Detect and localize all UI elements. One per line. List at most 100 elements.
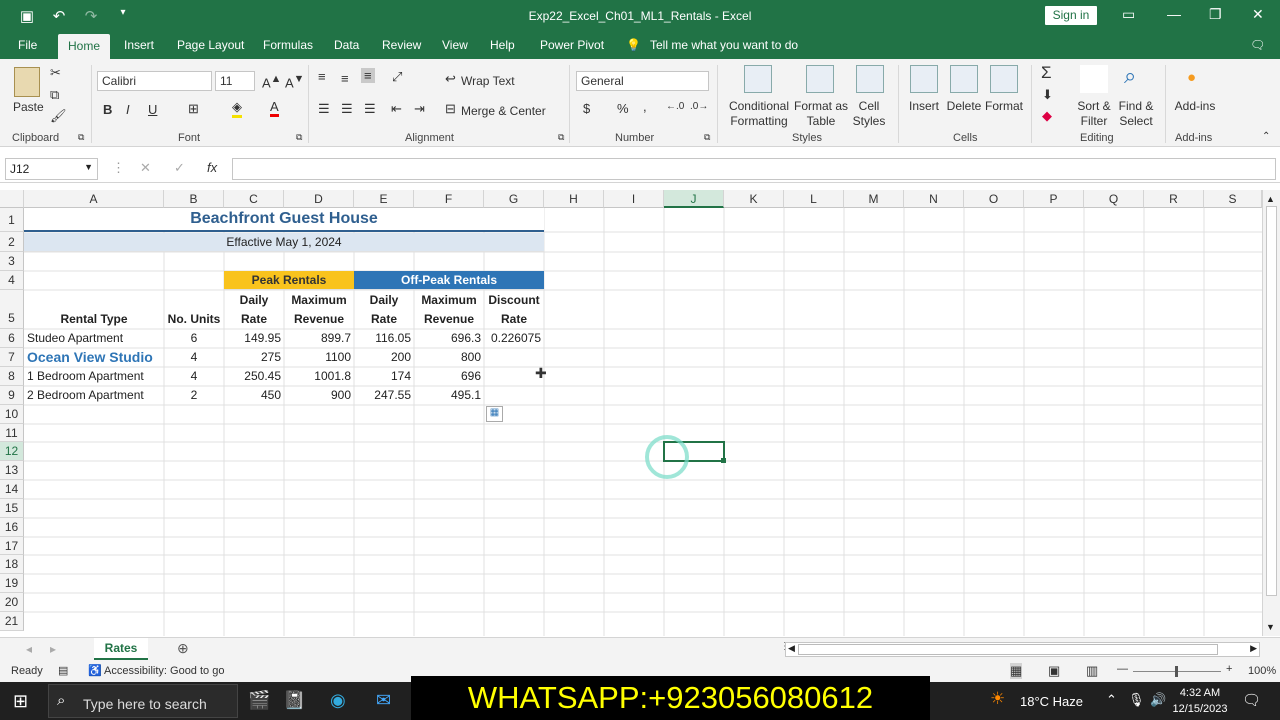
row-header[interactable]: 7 <box>0 348 24 367</box>
format-cells-icon[interactable] <box>990 65 1018 93</box>
scroll-up-icon[interactable]: ▲ <box>1266 194 1275 204</box>
clear-icon[interactable]: ◆ <box>1042 108 1052 124</box>
header-rental-type[interactable]: Rental Type <box>24 310 164 329</box>
italic-button[interactable]: I <box>126 102 130 117</box>
conditional-formatting-icon[interactable] <box>744 65 772 93</box>
header-offpeak-revenue[interactable]: Revenue <box>414 310 484 329</box>
cancel-icon[interactable]: ✕ <box>140 160 151 176</box>
tab-review[interactable]: Review <box>382 38 421 52</box>
font-color-icon[interactable]: A <box>270 99 279 117</box>
row-header[interactable]: 14 <box>0 480 24 499</box>
normal-view-icon[interactable]: ▦ <box>1010 663 1023 679</box>
format-cells-button[interactable]: Format <box>983 99 1025 113</box>
cell-peak-rate[interactable]: 250.45 <box>224 367 284 386</box>
merge-center-button[interactable]: Merge & Center <box>461 104 546 118</box>
addins-button[interactable]: Add-ins <box>1170 99 1220 113</box>
page-break-view-icon[interactable]: ▥ <box>1086 663 1098 679</box>
weather-text[interactable]: 18°C Haze <box>1020 694 1083 709</box>
increase-indent-icon[interactable]: ⇥ <box>414 101 425 117</box>
worksheet-grid[interactable]: A B C D E F G H I J K L M N O P Q R S 1 … <box>0 190 1262 636</box>
collapse-ribbon-icon[interactable]: ⌃ <box>1262 131 1270 142</box>
microphone-icon[interactable]: 🎙 <box>1128 692 1145 708</box>
cell-offpeak-rate[interactable]: 247.55 <box>354 386 414 405</box>
merge-center-icon[interactable]: ⊟ <box>445 101 456 117</box>
column-header-s[interactable]: S <box>1204 190 1262 208</box>
column-header-o[interactable]: O <box>964 190 1024 208</box>
autosum-icon[interactable]: Σ <box>1041 63 1052 83</box>
column-header-f[interactable]: F <box>414 190 484 208</box>
header-no-units[interactable]: No. Units <box>164 310 224 329</box>
cell-units[interactable]: 4 <box>164 367 224 386</box>
row-header[interactable]: 12 <box>0 442 24 461</box>
cell-rental-type[interactable]: Studeo Apartment <box>24 329 164 348</box>
sheet-title[interactable]: Beachfront Guest House <box>24 208 544 232</box>
header-peak-rate[interactable]: Rate <box>224 310 284 329</box>
row-header[interactable]: 5 <box>0 290 24 329</box>
cell-discount-rate[interactable] <box>484 386 544 405</box>
cell-rental-type[interactable]: 1 Bedroom Apartment <box>24 367 164 386</box>
cell-offpeak-rate[interactable]: 174 <box>354 367 414 386</box>
mail-icon[interactable]: ✉ <box>376 690 391 711</box>
vertical-scroll-thumb[interactable] <box>1266 206 1277 596</box>
ribbon-display-icon[interactable]: ▭ <box>1122 6 1135 23</box>
font-launcher-icon[interactable]: ⧉ <box>296 132 302 143</box>
cell-offpeak-revenue[interactable]: 696 <box>414 367 484 386</box>
tab-view[interactable]: View <box>442 38 468 52</box>
header-peak-revenue[interactable]: Revenue <box>284 310 354 329</box>
cell-discount-rate[interactable]: 0.226075 <box>484 329 544 348</box>
tell-me-search[interactable]: Tell me what you want to do <box>650 38 798 52</box>
next-sheet-icon[interactable]: ▸ <box>50 642 56 656</box>
page-layout-view-icon[interactable]: ▣ <box>1048 663 1060 679</box>
align-right-icon[interactable]: ☰ <box>364 101 376 117</box>
row-header[interactable]: 17 <box>0 537 24 555</box>
notification-icon[interactable]: 🗨 <box>1242 691 1261 709</box>
horizontal-scroll-thumb[interactable] <box>798 644 1218 655</box>
conditional-formatting-button[interactable]: Conditional Formatting <box>724 99 794 129</box>
underline-button[interactable]: U <box>148 102 157 117</box>
cell-offpeak-revenue[interactable]: 800 <box>414 348 484 367</box>
scroll-right-icon[interactable]: ▶ <box>1250 643 1257 654</box>
align-center-icon[interactable]: ☰ <box>341 101 353 117</box>
cell-peak-revenue[interactable]: 899.7 <box>284 329 354 348</box>
header-discount[interactable]: Discount <box>484 291 544 310</box>
column-header-c[interactable]: C <box>224 190 284 208</box>
cell-rental-type[interactable]: 2 Bedroom Apartment <box>24 386 164 405</box>
column-header-a[interactable]: A <box>24 190 164 208</box>
column-header-e[interactable]: E <box>354 190 414 208</box>
insert-cells-button[interactable]: Insert <box>904 99 944 113</box>
delete-cells-icon[interactable] <box>950 65 978 93</box>
prev-sheet-icon[interactable]: ◂ <box>26 642 32 656</box>
select-all-button[interactable] <box>0 190 24 208</box>
clock-date[interactable]: 12/15/2023 <box>1169 703 1231 715</box>
wrap-text-button[interactable]: Wrap Text <box>461 74 515 88</box>
tab-formulas[interactable]: Formulas <box>263 38 313 52</box>
header-offpeak-daily[interactable]: Daily <box>354 291 414 310</box>
quick-analysis-icon[interactable]: ▦ <box>486 406 503 422</box>
row-header[interactable]: 2 <box>0 232 24 252</box>
column-header-d[interactable]: D <box>284 190 354 208</box>
column-header-p[interactable]: P <box>1024 190 1084 208</box>
zoom-level[interactable]: 100% <box>1248 665 1276 677</box>
cut-icon[interactable]: ✂ <box>50 65 61 81</box>
cell-peak-rate[interactable]: 275 <box>224 348 284 367</box>
row-header[interactable]: 1 <box>0 208 24 232</box>
copy-icon[interactable]: ⧉ <box>50 87 59 103</box>
tab-help[interactable]: Help <box>490 38 515 52</box>
find-select-icon[interactable]: ⌕ <box>1124 63 1136 89</box>
cell-peak-rate[interactable]: 450 <box>224 386 284 405</box>
cell-peak-revenue[interactable]: 1001.8 <box>284 367 354 386</box>
currency-button[interactable]: $ <box>583 101 590 116</box>
align-bottom-icon[interactable]: ≡ <box>361 68 375 83</box>
peak-rentals-header[interactable]: Peak Rentals <box>224 271 354 290</box>
paste-button[interactable]: Paste <box>13 100 44 114</box>
column-header-b[interactable]: B <box>164 190 224 208</box>
column-header-g[interactable]: G <box>484 190 544 208</box>
tab-home[interactable]: Home <box>58 34 111 59</box>
header-offpeak-maximum[interactable]: Maximum <box>414 291 484 310</box>
offpeak-rentals-header[interactable]: Off-Peak Rentals <box>354 271 544 290</box>
delete-cells-button[interactable]: Delete <box>944 99 984 113</box>
tab-file[interactable]: File <box>18 38 37 52</box>
horizontal-scrollbar[interactable]: ◀ ▶ <box>785 642 1260 657</box>
insert-function-icon[interactable]: fx <box>207 160 217 175</box>
format-as-table-button[interactable]: Format as Table <box>792 99 850 129</box>
